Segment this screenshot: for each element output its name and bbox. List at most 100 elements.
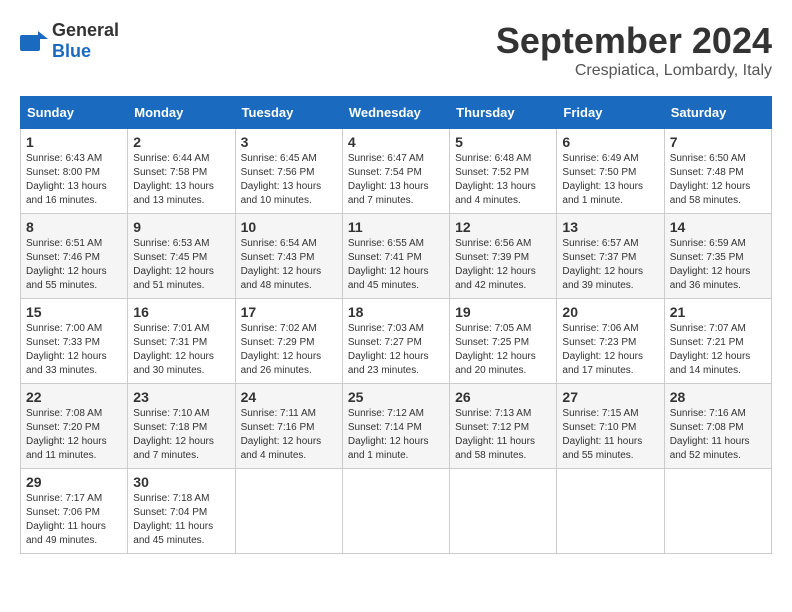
day-number: 11	[348, 219, 444, 235]
day-info: Sunrise: 7:08 AMSunset: 7:20 PMDaylight:…	[26, 407, 122, 463]
week-row-4: 29 Sunrise: 7:17 AMSunset: 7:06 PMDayligh…	[21, 469, 772, 554]
day-number: 19	[455, 304, 551, 320]
week-row-0: 1 Sunrise: 6:43 AMSunset: 8:00 PMDaylight…	[21, 129, 772, 214]
day-info: Sunrise: 6:59 AMSunset: 7:35 PMDaylight:…	[670, 237, 766, 293]
calendar-cell: 26 Sunrise: 7:13 AMSunset: 7:12 PMDayligh…	[450, 384, 557, 469]
week-row-1: 8 Sunrise: 6:51 AMSunset: 7:46 PMDaylight…	[21, 214, 772, 299]
calendar-cell: 5 Sunrise: 6:48 AMSunset: 7:52 PMDaylight…	[450, 129, 557, 214]
calendar-cell: 30 Sunrise: 7:18 AMSunset: 7:04 PMDayligh…	[128, 469, 235, 554]
calendar-cell	[664, 469, 771, 554]
day-number: 2	[133, 134, 229, 150]
day-info: Sunrise: 7:10 AMSunset: 7:18 PMDaylight:…	[133, 407, 229, 463]
logo-blue-text: Blue	[52, 41, 91, 61]
calendar-cell: 14 Sunrise: 6:59 AMSunset: 7:35 PMDayligh…	[664, 214, 771, 299]
logo-general-text: General	[52, 20, 119, 40]
day-number: 30	[133, 474, 229, 490]
day-number: 9	[133, 219, 229, 235]
day-number: 24	[241, 389, 337, 405]
calendar-cell: 3Sunrise: 6:45 AMSunset: 7:56 PMDaylight…	[235, 129, 342, 214]
day-info: Sunrise: 7:11 AMSunset: 7:16 PMDaylight:…	[241, 407, 337, 463]
day-info: Sunrise: 7:03 AMSunset: 7:27 PMDaylight:…	[348, 322, 444, 378]
weekday-header-saturday: Saturday	[664, 97, 771, 129]
weekday-header-row: SundayMondayTuesdayWednesdayThursdayFrid…	[21, 97, 772, 129]
calendar-cell: 15 Sunrise: 7:00 AMSunset: 7:33 PMDayligh…	[21, 299, 128, 384]
calendar-cell: 12 Sunrise: 6:56 AMSunset: 7:39 PMDayligh…	[450, 214, 557, 299]
calendar-cell: 18 Sunrise: 7:03 AMSunset: 7:27 PMDayligh…	[342, 299, 449, 384]
day-info: Sunrise: 6:51 AMSunset: 7:46 PMDaylight:…	[26, 237, 122, 293]
day-number: 29	[26, 474, 122, 490]
day-info: Sunrise: 7:05 AMSunset: 7:25 PMDaylight:…	[455, 322, 551, 378]
day-info: Sunrise: 6:49 AMSunset: 7:50 PMDaylight:…	[562, 152, 658, 208]
calendar-cell: 25 Sunrise: 7:12 AMSunset: 7:14 PMDayligh…	[342, 384, 449, 469]
logo: General Blue	[20, 20, 119, 62]
day-info: Sunrise: 6:45 AMSunset: 7:56 PMDaylight:…	[241, 152, 337, 208]
day-info: Sunrise: 7:12 AMSunset: 7:14 PMDaylight:…	[348, 407, 444, 463]
day-number: 1	[26, 134, 122, 150]
day-info: Sunrise: 7:01 AMSunset: 7:31 PMDaylight:…	[133, 322, 229, 378]
day-number: 7	[670, 134, 766, 150]
day-number: 10	[241, 219, 337, 235]
week-row-3: 22 Sunrise: 7:08 AMSunset: 7:20 PMDayligh…	[21, 384, 772, 469]
weekday-header-monday: Monday	[128, 97, 235, 129]
day-number: 23	[133, 389, 229, 405]
day-info: Sunrise: 6:56 AMSunset: 7:39 PMDaylight:…	[455, 237, 551, 293]
day-number: 12	[455, 219, 551, 235]
day-number: 27	[562, 389, 658, 405]
calendar-cell: 9 Sunrise: 6:53 AMSunset: 7:45 PMDaylight…	[128, 214, 235, 299]
title-area: September 2024 Crespiatica, Lombardy, It…	[496, 20, 772, 80]
day-info: Sunrise: 7:16 AMSunset: 7:08 PMDaylight:…	[670, 407, 766, 463]
day-number: 28	[670, 389, 766, 405]
calendar-cell: 7 Sunrise: 6:50 AMSunset: 7:48 PMDaylight…	[664, 129, 771, 214]
day-info: Sunrise: 6:48 AMSunset: 7:52 PMDaylight:…	[455, 152, 551, 208]
calendar-cell: 6Sunrise: 6:49 AMSunset: 7:50 PMDaylight…	[557, 129, 664, 214]
calendar-cell: 21Sunrise: 7:07 AMSunset: 7:21 PMDayligh…	[664, 299, 771, 384]
day-number: 15	[26, 304, 122, 320]
calendar-cell: 13 Sunrise: 6:57 AMSunset: 7:37 PMDayligh…	[557, 214, 664, 299]
day-number: 16	[133, 304, 229, 320]
day-info: Sunrise: 6:47 AMSunset: 7:54 PMDaylight:…	[348, 152, 444, 208]
day-number: 21	[670, 304, 766, 320]
day-info: Sunrise: 6:53 AMSunset: 7:45 PMDaylight:…	[133, 237, 229, 293]
day-number: 4	[348, 134, 444, 150]
day-info: Sunrise: 7:18 AMSunset: 7:04 PMDaylight:…	[133, 492, 229, 548]
day-number: 20	[562, 304, 658, 320]
calendar-cell	[342, 469, 449, 554]
day-number: 5	[455, 134, 551, 150]
calendar-cell: 20 Sunrise: 7:06 AMSunset: 7:23 PMDayligh…	[557, 299, 664, 384]
calendar-cell: 17Sunrise: 7:02 AMSunset: 7:29 PMDayligh…	[235, 299, 342, 384]
day-info: Sunrise: 7:17 AMSunset: 7:06 PMDaylight:…	[26, 492, 122, 548]
location-title: Crespiatica, Lombardy, Italy	[496, 62, 772, 80]
day-info: Sunrise: 7:06 AMSunset: 7:23 PMDaylight:…	[562, 322, 658, 378]
logo-icon	[20, 31, 48, 51]
day-info: Sunrise: 6:55 AMSunset: 7:41 PMDaylight:…	[348, 237, 444, 293]
calendar-cell	[557, 469, 664, 554]
day-info: Sunrise: 6:43 AMSunset: 8:00 PMDaylight:…	[26, 152, 122, 208]
calendar-cell: 24 Sunrise: 7:11 AMSunset: 7:16 PMDayligh…	[235, 384, 342, 469]
day-number: 18	[348, 304, 444, 320]
month-title: September 2024	[496, 20, 772, 62]
calendar-cell: 16 Sunrise: 7:01 AMSunset: 7:31 PMDayligh…	[128, 299, 235, 384]
calendar-cell	[235, 469, 342, 554]
day-info: Sunrise: 6:54 AMSunset: 7:43 PMDaylight:…	[241, 237, 337, 293]
calendar-cell: 19 Sunrise: 7:05 AMSunset: 7:25 PMDayligh…	[450, 299, 557, 384]
calendar-cell: 8 Sunrise: 6:51 AMSunset: 7:46 PMDaylight…	[21, 214, 128, 299]
day-info: Sunrise: 6:57 AMSunset: 7:37 PMDaylight:…	[562, 237, 658, 293]
weekday-header-friday: Friday	[557, 97, 664, 129]
day-number: 8	[26, 219, 122, 235]
calendar-table: SundayMondayTuesdayWednesdayThursdayFrid…	[20, 96, 772, 554]
day-number: 13	[562, 219, 658, 235]
day-info: Sunrise: 6:50 AMSunset: 7:48 PMDaylight:…	[670, 152, 766, 208]
calendar-cell: 1 Sunrise: 6:43 AMSunset: 8:00 PMDaylight…	[21, 129, 128, 214]
day-number: 22	[26, 389, 122, 405]
calendar-cell: 27Sunrise: 7:15 AMSunset: 7:10 PMDayligh…	[557, 384, 664, 469]
weekday-header-wednesday: Wednesday	[342, 97, 449, 129]
calendar-cell: 11 Sunrise: 6:55 AMSunset: 7:41 PMDayligh…	[342, 214, 449, 299]
calendar-cell: 29 Sunrise: 7:17 AMSunset: 7:06 PMDayligh…	[21, 469, 128, 554]
day-info: Sunrise: 7:13 AMSunset: 7:12 PMDaylight:…	[455, 407, 551, 463]
week-row-2: 15 Sunrise: 7:00 AMSunset: 7:33 PMDayligh…	[21, 299, 772, 384]
day-number: 14	[670, 219, 766, 235]
day-number: 25	[348, 389, 444, 405]
day-info: Sunrise: 7:00 AMSunset: 7:33 PMDaylight:…	[26, 322, 122, 378]
day-number: 26	[455, 389, 551, 405]
calendar-cell: 2Sunrise: 6:44 AMSunset: 7:58 PMDaylight…	[128, 129, 235, 214]
